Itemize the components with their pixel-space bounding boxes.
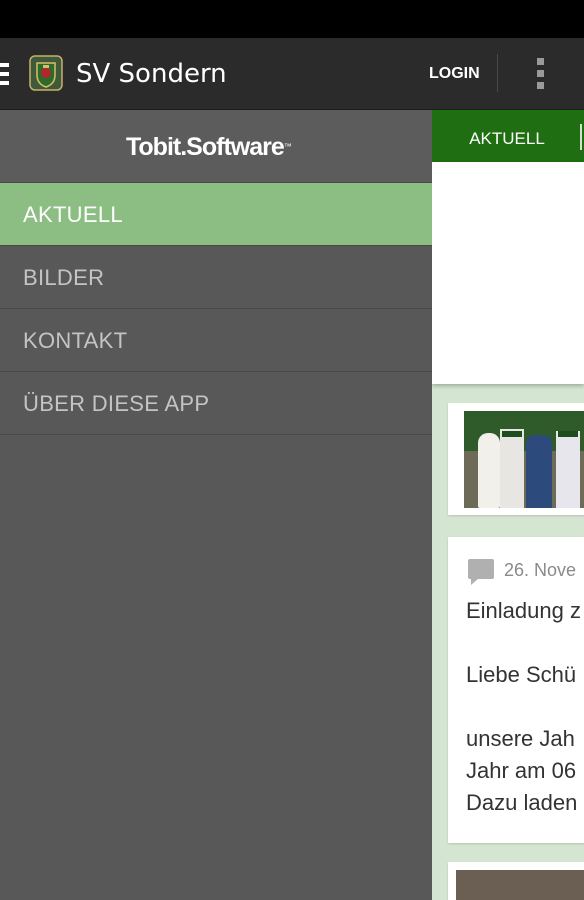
article-text-line: Jahr am 06 [466,758,577,783]
tab-separator [580,124,582,150]
photo-card[interactable] [448,862,584,900]
tab-bar: AKTUELL [432,110,584,162]
action-bar: SV Sondern LOGIN [0,38,584,110]
drawer-item-ueber-diese-app[interactable]: ÜBER DIESE APP [0,372,432,435]
drawer-item-kontakt[interactable]: KONTAKT [0,309,432,372]
action-bar-divider [497,54,498,92]
drawer-item-aktuell[interactable]: AKTUELL [0,183,432,246]
article-text-line: Liebe Schü [466,662,577,687]
login-button[interactable]: LOGIN [420,62,489,86]
article-text-line: Dazu laden [466,790,578,815]
comment-icon [468,559,494,585]
status-bar [0,0,584,38]
navigation-drawer: Tobit.Software™ AKTUELL BILDER KONTAKT Ü… [0,110,432,900]
drawer-item-label: AKTUELL [23,202,123,227]
header-banner [432,162,584,384]
app-logo[interactable] [29,55,63,91]
article-date: 26. Nove [504,560,577,580]
drawer-header: Tobit.Software™ [0,110,432,183]
overflow-menu-icon[interactable] [537,58,545,92]
group-photo [464,411,584,508]
drawer-item-label: ÜBER DIESE APP [23,391,210,416]
content-area: AKTUELL 26. Nove Einladung z Liebe Schü … [432,110,584,900]
app-title: SV Sondern [76,59,227,89]
drawer-item-label: KONTAKT [23,328,128,353]
drawer-item-label: BILDER [23,265,105,290]
menu-icon[interactable] [0,63,9,85]
article-title: Einladung z [466,598,581,623]
tab-aktuell[interactable]: AKTUELL [432,110,582,162]
article-text-line: unsere Jah [466,726,575,751]
photo-card[interactable] [448,403,584,515]
article-card[interactable]: 26. Nove Einladung z Liebe Schü unsere J… [448,537,584,843]
photo-thumbnail [456,870,584,900]
drawer-item-bilder[interactable]: BILDER [0,246,432,309]
tobit-software-logo: Tobit.Software™ [126,133,292,161]
